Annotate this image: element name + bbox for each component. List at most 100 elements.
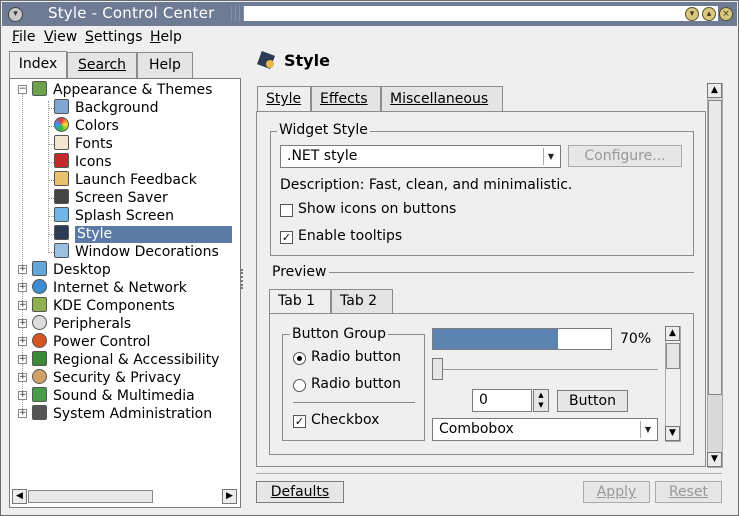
maximize-button[interactable]: ▴ [702,7,716,21]
tab-miscellaneous[interactable]: Miscellaneous [381,86,503,111]
preview-tab-1[interactable]: Tab 1 [269,289,331,314]
expander-power[interactable]: + [18,337,27,346]
kde-components-icon [32,297,47,312]
expander-kde-components[interactable]: + [18,301,27,310]
scroll-right-arrow-icon[interactable]: ▶ [222,489,237,504]
tree-item-system-admin[interactable]: System Administration [32,405,212,423]
widget-style-combo[interactable]: .NET style ▼ [280,145,561,168]
configure-button[interactable]: Configure... [568,145,682,167]
preview-tab-2[interactable]: Tab 2 [331,289,393,314]
show-icons-label: Show icons on buttons [298,201,457,217]
progress-label: 70% [620,331,652,347]
style-description: Description: Fast, clean, and minimalist… [280,177,573,193]
launch-feedback-icon [54,171,69,186]
chevron-down-icon: ▼ [640,421,655,438]
expander-peripherals[interactable]: + [18,319,27,328]
panel-splitter[interactable] [241,269,243,289]
scroll-up-arrow-icon[interactable]: ▲ [707,83,722,98]
tab-index[interactable]: Index [9,51,67,79]
module-scrollbar[interactable]: ▲ ▼ [707,83,723,468]
scroll-down-arrow-icon[interactable]: ▼ [665,426,680,441]
fonts-icon [54,135,69,150]
preview-checkbox[interactable]: ✓ [293,415,306,428]
tree-item-launch-feedback[interactable]: Launch Feedback [54,171,197,189]
expander-sound[interactable]: + [18,391,27,400]
window-title: Style - Control Center [48,4,215,22]
tab-style[interactable]: Style [257,86,311,111]
window-menu-icon[interactable]: ▾ [8,7,23,22]
scroll-down-arrow-icon[interactable]: ▼ [707,452,722,467]
expander-appearance[interactable]: − [18,85,27,94]
preview-button[interactable]: Button [557,390,628,412]
enable-tooltips-checkbox[interactable]: ✓ [280,231,293,244]
tree-horizontal-scrollbar[interactable]: ◀ ▶ [12,489,238,505]
tab-effects-label: Effects [320,91,368,107]
window-decorations-icon [54,243,69,258]
tree-item-style[interactable]: Style [54,225,236,243]
minimize-button[interactable]: ▾ [685,7,699,21]
expander-desktop[interactable]: + [18,265,27,274]
expander-system-admin[interactable]: + [18,409,27,418]
tree-item-appearance[interactable]: Appearance & Themes [32,81,212,99]
control-center-window: ▾ Style - Control Center ▾ ▴ × File View… [0,0,739,516]
tab-effects[interactable]: Effects [311,86,381,111]
style-module-icon [257,51,277,71]
preview-combobox[interactable]: Combobox ▼ [432,418,658,441]
scroll-handle[interactable] [666,343,680,369]
tab-search[interactable]: Search [67,52,137,78]
tree-item-kde-components[interactable]: KDE Components [32,297,175,315]
menu-bar: File View Settings Help [2,26,737,49]
scroll-handle[interactable] [28,490,153,503]
tree-item-icons[interactable]: Icons [54,153,112,171]
radio-button-1[interactable] [293,352,306,365]
apply-button[interactable]: Apply [583,481,650,503]
spin-arrows-icon[interactable]: ▲ ▼ [533,389,549,412]
tab-miscellaneous-label: Miscellaneous [390,91,489,107]
spin-box[interactable]: 0 [472,389,532,412]
scroll-handle[interactable] [708,100,722,395]
menu-file[interactable]: File [12,29,35,45]
expander-internet[interactable]: + [18,283,27,292]
screen-saver-icon [54,189,69,204]
tree-line [48,101,49,253]
slider-handle[interactable] [432,358,443,380]
module-tree[interactable]: − Appearance & Themes Background Colors … [9,78,241,508]
tree-item-internet[interactable]: Internet & Network [32,279,187,297]
radio-button-2[interactable] [293,379,306,392]
show-icons-checkbox[interactable] [280,204,293,217]
tree-item-regional[interactable]: Regional & Accessibility [32,351,219,369]
tree-item-peripherals[interactable]: Peripherals [32,315,131,333]
widget-style-title: Widget Style [277,122,370,138]
tree-item-security[interactable]: Security & Privacy [32,369,181,387]
expander-regional[interactable]: + [18,355,27,364]
tree-item-desktop[interactable]: Desktop [32,261,111,279]
peripherals-icon [32,315,47,330]
internet-icon [32,279,47,294]
enable-tooltips-label: Enable tooltips [298,228,403,244]
tree-item-screen-saver[interactable]: Screen Saver [54,189,168,207]
progress-fill [433,329,558,349]
expander-security[interactable]: + [18,373,27,382]
title-bar[interactable]: ▾ Style - Control Center ▾ ▴ × [2,2,737,26]
radio-button-1-label: Radio button [311,349,401,365]
tree-item-background[interactable]: Background [54,99,159,117]
preview-scrollbar[interactable]: ▲ ▼ [665,326,681,442]
tree-item-fonts[interactable]: Fonts [54,135,113,153]
scroll-left-arrow-icon[interactable]: ◀ [12,489,27,504]
tree-item-sound[interactable]: Sound & Multimedia [32,387,195,405]
menu-help[interactable]: Help [150,29,182,45]
tree-item-splash-screen[interactable]: Splash Screen [54,207,174,225]
tab-help[interactable]: Help [137,52,193,78]
menu-settings[interactable]: Settings [85,29,142,45]
tree-item-colors[interactable]: Colors [54,117,119,135]
power-icon [32,333,47,348]
close-button[interactable]: × [719,7,733,21]
defaults-button[interactable]: Defaults [256,481,344,503]
reset-button[interactable]: Reset [655,481,722,503]
menu-view[interactable]: View [44,29,77,45]
sound-icon [32,387,47,402]
scroll-up-arrow-icon[interactable]: ▲ [665,326,680,341]
tree-item-power[interactable]: Power Control [32,333,150,351]
tree-item-window-decorations[interactable]: Window Decorations [54,243,219,261]
spin-value: 0 [479,392,488,408]
